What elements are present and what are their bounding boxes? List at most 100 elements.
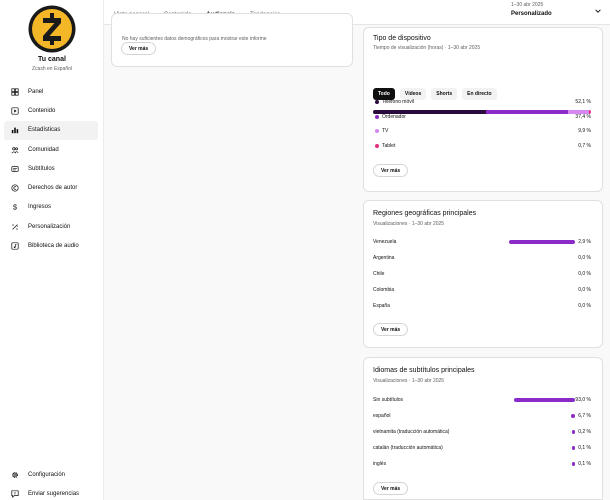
language-value: 0,1 % (578, 445, 591, 451)
device-value: 0,7 % (578, 143, 591, 149)
geo-value: 0,0 % (578, 287, 591, 293)
device-row: Tablet 0,7 % (373, 141, 591, 151)
sidebar-item-label: Contenido (28, 107, 56, 114)
sidebar-item-settings[interactable]: Configuración (4, 465, 98, 484)
customization-icon (10, 222, 19, 231)
device-label: Tablet (382, 143, 396, 149)
card-title: Idiomas de subtítulos principales (373, 367, 475, 374)
sidebar: Tu canal Zcash en Español Panel Contenid… (0, 0, 104, 500)
language-value: 93,0 % (575, 397, 591, 403)
language-bar (572, 446, 575, 450)
geo-row: Chile 0,0 % (373, 269, 591, 279)
feedback-icon (10, 489, 19, 498)
sidebar-nav: Panel Contenido Estadísticas Comunidad S… (4, 82, 98, 256)
device-type-card: Tipo de dispositivo Tiempo de visualizac… (363, 27, 603, 192)
sidebar-item-label: Configuración (28, 471, 66, 478)
language-value: 6,7 % (578, 413, 591, 419)
copyright-icon (10, 184, 19, 193)
card-subtitle: Visualizaciones · 1–30 abr 2025 (373, 221, 445, 227)
sidebar-item-content[interactable]: Contenido (4, 101, 98, 120)
geo-label: Venezuela (373, 239, 397, 245)
language-row: catalán (traducción automática) 0,1 % (373, 443, 591, 453)
geo-row: Venezuela 2,9 % (373, 237, 591, 247)
legend-dot (375, 115, 379, 119)
sidebar-item-analytics[interactable]: Estadísticas (4, 120, 98, 140)
language-label: vietnamita (traducción automática) (373, 429, 450, 435)
device-row: Ordenador 37,4 % (373, 112, 591, 122)
language-value: 0,2 % (578, 429, 591, 435)
see-more-button[interactable]: Ver más (373, 323, 409, 336)
channel-name: Tu canal (38, 56, 66, 63)
sidebar-item-label: Panel (28, 88, 44, 95)
device-row: Teléfono móvil 52,1 % (373, 97, 591, 107)
sidebar-item-panel[interactable]: Panel (4, 82, 98, 101)
svg-text:$: $ (13, 203, 17, 211)
language-bar (572, 462, 575, 466)
see-more-button[interactable]: Ver más (373, 164, 409, 177)
sidebar-item-earn[interactable]: $ Ingresos (4, 198, 98, 217)
legend-dot (375, 100, 379, 104)
geo-value: 0,0 % (578, 271, 591, 277)
card-subtitle: Tiempo de visualización (horas) · 1–30 a… (373, 45, 481, 51)
language-bar (570, 414, 575, 418)
see-more-button[interactable]: Ver más (121, 42, 157, 55)
sidebar-item-label: Ingresos (28, 204, 52, 211)
dashboard-icon (10, 87, 19, 96)
language-bar (572, 430, 575, 434)
language-row: español 6,7 % (373, 411, 591, 421)
legend-dot (375, 129, 379, 133)
sidebar-item-subtitles[interactable]: Subtítulos (4, 159, 98, 178)
geo-value: 0,0 % (578, 303, 591, 309)
subtitles-icon (10, 164, 19, 173)
demographics-card: No hay suficientes datos demográficos pa… (111, 13, 353, 67)
date-preset-text[interactable]: Personalizado (511, 11, 552, 17)
card-title: Regiones geográficas principales (373, 210, 477, 217)
geo-label: Argentina (373, 255, 395, 261)
card-title: Tipo de dispositivo (373, 35, 431, 42)
community-icon (10, 145, 19, 154)
sidebar-item-community[interactable]: Comunidad (4, 140, 98, 159)
language-bar (513, 398, 575, 402)
zcash-logo-icon (28, 5, 76, 53)
device-value: 9,9 % (578, 128, 591, 134)
card-subtitle: Visualizaciones · 1–30 abr 2025 (373, 378, 445, 384)
sidebar-item-send-feedback[interactable]: Enviar sugerencias (4, 484, 98, 500)
sidebar-item-label: Comunidad (28, 146, 59, 153)
geo-label: España (373, 303, 390, 309)
see-more-button[interactable]: Ver más (373, 482, 409, 495)
sidebar-item-label: Estadísticas (28, 127, 61, 134)
top-geographies-card: Regiones geográficas principales Visuali… (363, 200, 603, 348)
sidebar-item-customization[interactable]: Personalización (4, 217, 98, 236)
geo-row: Colombia 0,0 % (373, 285, 591, 295)
sidebar-item-copyright[interactable]: Derechos de autor (4, 178, 98, 197)
dollar-icon: $ (10, 203, 19, 212)
chevron-down-icon[interactable] (594, 7, 602, 15)
sidebar-bottom: Configuración Enviar sugerencias (4, 465, 98, 500)
sidebar-item-label: Enviar sugerencias (28, 490, 80, 497)
language-label: inglés (373, 461, 387, 467)
language-value: 0,1 % (578, 461, 591, 467)
gear-icon (10, 470, 19, 479)
geo-value: 2,9 % (578, 239, 591, 245)
device-label: Ordenador (382, 114, 406, 120)
analytics-icon (10, 126, 19, 135)
sidebar-item-label: Subtítulos (28, 165, 55, 172)
geo-value: 0,0 % (578, 255, 591, 261)
sidebar-item-label: Derechos de autor (28, 185, 78, 192)
date-range-text[interactable]: 1–30 abr 2025 (511, 2, 543, 8)
sidebar-item-audio-library[interactable]: Biblioteca de audio (4, 236, 98, 255)
subtitle-languages-card: Idiomas de subtítulos principales Visual… (363, 357, 603, 500)
sidebar-item-label: Personalización (28, 223, 71, 230)
device-label: Teléfono móvil (382, 99, 414, 105)
device-label: TV (382, 128, 389, 134)
language-row: inglés 0,1 % (373, 459, 591, 469)
video-icon (10, 106, 19, 115)
sidebar-item-label: Biblioteca de audio (28, 243, 79, 250)
language-row: Sin subtítulos 93,0 % (373, 395, 591, 405)
geo-bar (509, 240, 575, 244)
channel-handle: Zcash en Español (31, 66, 73, 72)
geo-row: España 0,0 % (373, 301, 591, 311)
geo-row: Argentina 0,0 % (373, 253, 591, 263)
geo-label: Chile (373, 271, 385, 277)
channel-avatar[interactable] (28, 5, 76, 53)
